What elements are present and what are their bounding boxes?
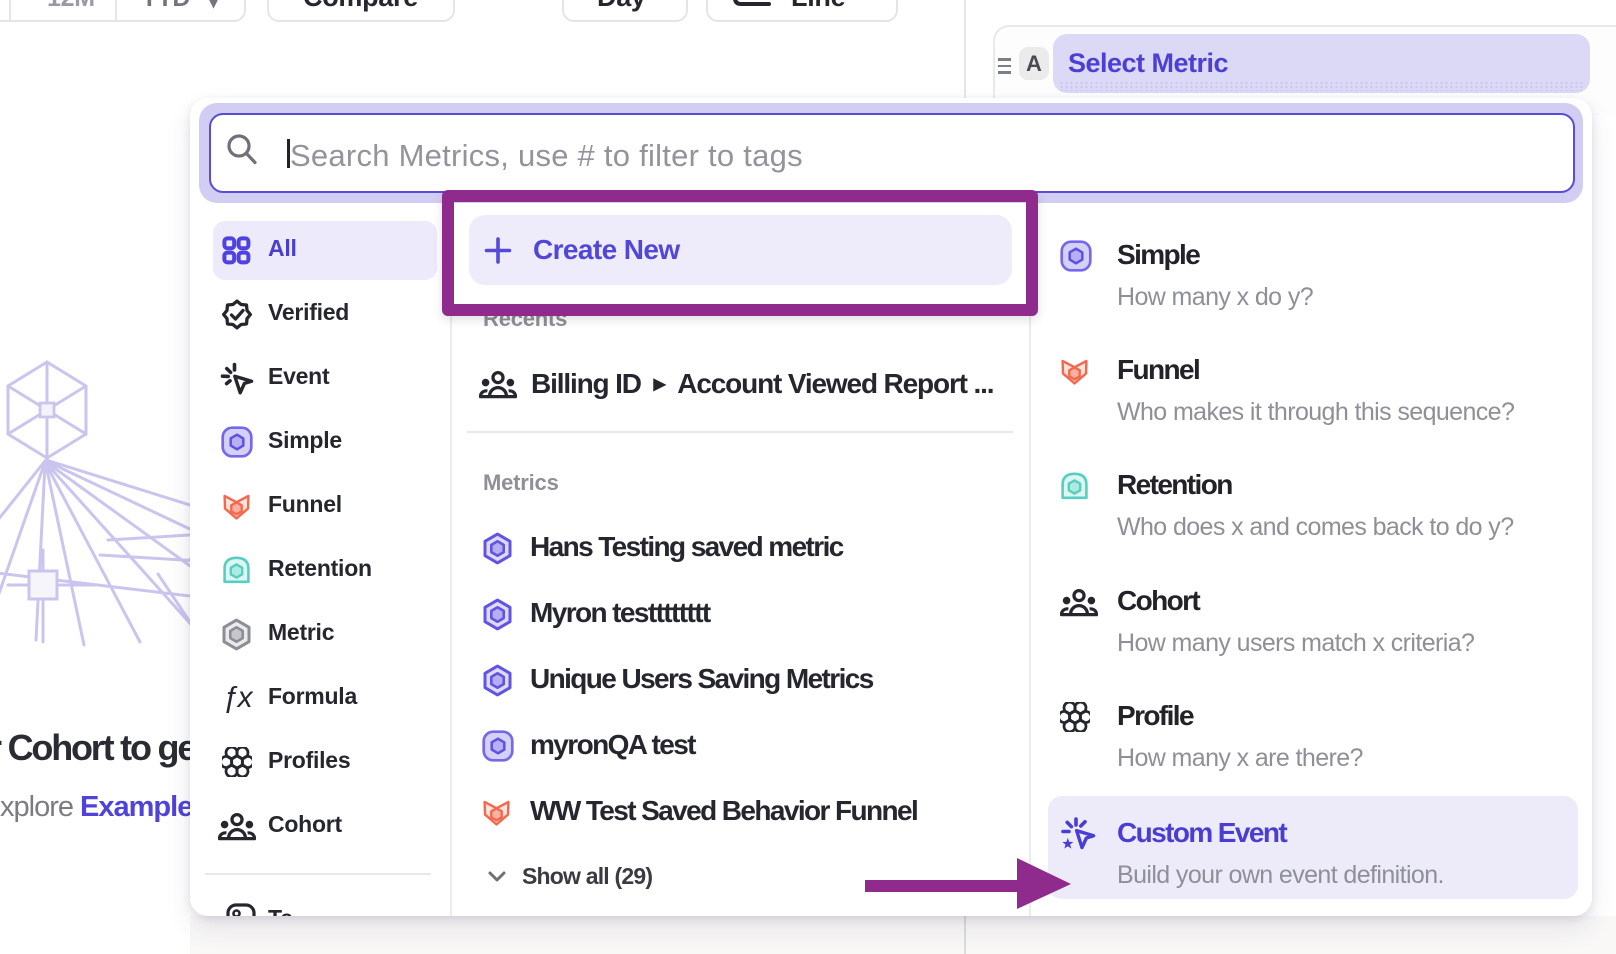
svg-text:ƒx: ƒx [222,683,253,713]
